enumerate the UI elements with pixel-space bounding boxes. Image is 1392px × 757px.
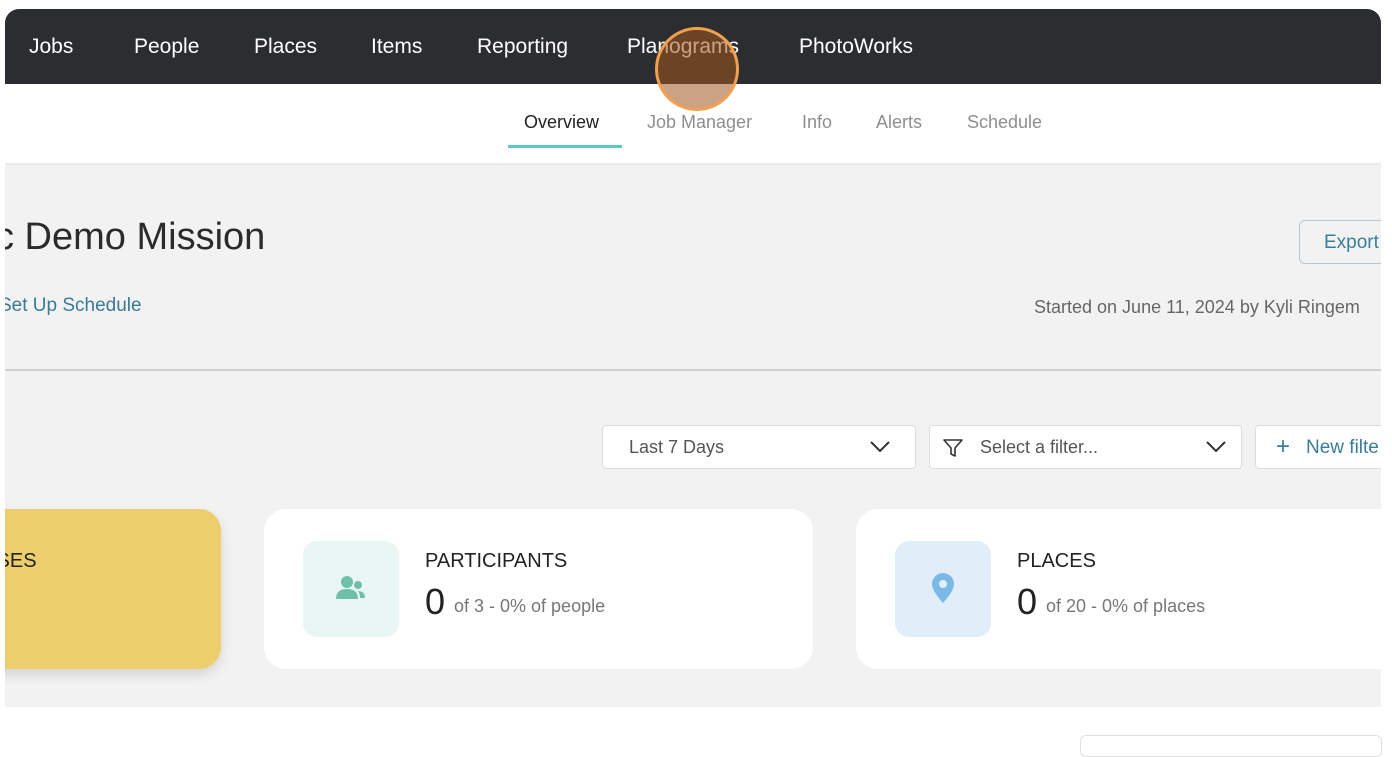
started-info: Started on June 11, 2024 by Kyli Ringem [1034, 297, 1360, 317]
places-icon-box [895, 541, 991, 637]
plus-icon: + [1276, 433, 1291, 460]
filter-select[interactable]: Select a filter... [929, 425, 1242, 469]
responses-card[interactable]: ISES [5, 509, 221, 669]
tab-job-manager[interactable]: Job Manager [647, 112, 752, 133]
set-up-schedule-link[interactable]: Set Up Schedule [5, 295, 142, 317]
participants-count: 0 [425, 581, 446, 622]
nav-places[interactable]: Places [254, 35, 317, 59]
tab-overview[interactable]: Overview [524, 112, 599, 133]
active-tab-indicator [508, 145, 622, 148]
chevron-down-icon [870, 441, 890, 453]
nav-planograms[interactable]: Planograms [627, 35, 739, 59]
participants-label: PARTICIPANTS [425, 550, 568, 572]
filter-placeholder: Select a filter... [980, 437, 1099, 457]
section-divider [5, 369, 1381, 371]
nav-jobs[interactable]: Jobs [29, 35, 73, 59]
nav-reporting[interactable]: Reporting [477, 35, 568, 59]
date-range-value: Last 7 Days [629, 437, 725, 457]
filter-icon [943, 439, 963, 457]
nav-items[interactable]: Items [371, 35, 422, 59]
top-nav: Jobs People Places Items Reporting Plano… [5, 9, 1381, 84]
places-label: PLACES [1017, 550, 1096, 572]
places-count: 0 [1017, 581, 1038, 622]
participants-card[interactable]: PARTICIPANTS 0 of 3 - 0% of people [264, 509, 813, 669]
new-filter-button[interactable]: + New filte [1255, 425, 1381, 469]
card-label: ISES [5, 550, 37, 572]
tab-schedule[interactable]: Schedule [967, 112, 1042, 133]
participants-icon-box [303, 541, 399, 637]
places-detail: of 20 - 0% of places [1046, 596, 1206, 616]
page-title: c Demo Mission [5, 216, 266, 258]
tab-info[interactable]: Info [802, 112, 832, 133]
export-button[interactable]: Export [1299, 220, 1381, 264]
participants-detail: of 3 - 0% of people [454, 596, 606, 616]
app-frame: Jobs People Places Items Reporting Plano… [5, 9, 1381, 750]
nav-photoworks[interactable]: PhotoWorks [799, 35, 913, 59]
new-filter-label: New filte [1306, 437, 1379, 458]
sub-nav: Overview Job Manager Info Alerts Schedul… [5, 84, 1381, 163]
map-pin-icon [932, 573, 954, 603]
chevron-down-icon [1206, 441, 1226, 453]
people-icon [336, 576, 365, 599]
nav-people[interactable]: People [134, 35, 199, 59]
bottom-control[interactable] [1080, 735, 1382, 757]
places-card[interactable]: PLACES 0 of 20 - 0% of places [856, 509, 1381, 669]
tab-alerts[interactable]: Alerts [876, 112, 922, 133]
date-range-select[interactable]: Last 7 Days [602, 425, 916, 469]
